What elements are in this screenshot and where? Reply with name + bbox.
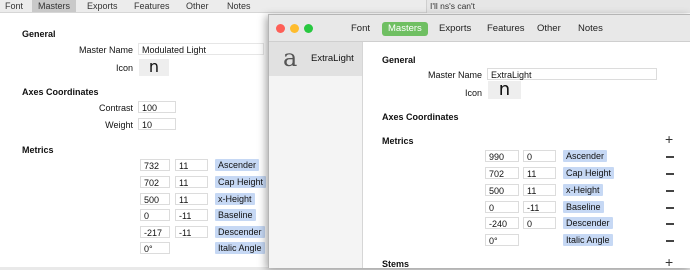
remove-metric-button[interactable] — [666, 223, 674, 225]
metric-value-field[interactable]: 500 — [485, 184, 519, 196]
bg-metric-overshoot[interactable]: -11 — [175, 226, 208, 238]
metric-value-field[interactable]: -240 — [485, 217, 519, 229]
tab-other[interactable]: Other — [537, 22, 561, 36]
bg-metrics-heading: Metrics — [22, 145, 54, 155]
axes-heading: Axes Coordinates — [382, 112, 459, 122]
general-heading: General — [382, 55, 416, 65]
remove-metric-button[interactable] — [666, 190, 674, 192]
tab-features[interactable]: Features — [487, 22, 525, 36]
bg-weight-label: Weight — [105, 120, 133, 130]
bg-metric-overshoot[interactable]: 11 — [175, 159, 208, 171]
bg-tab-exports[interactable]: Exports — [87, 0, 118, 12]
metric-overshoot-field[interactable]: 11 — [523, 167, 556, 179]
stems-heading: Stems — [382, 259, 410, 269]
bg-tab-masters[interactable]: Masters — [32, 0, 77, 12]
sample-text-strip[interactable]: I'll ns's can't — [426, 0, 690, 13]
remove-metric-button[interactable] — [666, 240, 674, 242]
bg-metric-value[interactable]: 732 — [140, 159, 170, 171]
metric-name-tag[interactable]: Descender — [563, 217, 613, 229]
bg-axes-heading: Axes Coordinates — [22, 87, 99, 97]
metric-name-tag[interactable]: Cap Height — [563, 167, 615, 179]
bg-metric-name-tag[interactable]: Italic Angle — [215, 242, 265, 254]
bg-general-heading: General — [22, 29, 56, 39]
metric-overshoot-field[interactable]: 0 — [523, 150, 556, 162]
bg-metric-name-tag[interactable]: x-Height — [215, 193, 255, 205]
metric-overshoot-field[interactable]: 11 — [523, 184, 556, 196]
bg-master-name-field[interactable]: Modulated Light — [138, 43, 264, 55]
icon-label: Icon — [464, 88, 482, 98]
bg-metric-value[interactable]: 0 — [140, 209, 170, 221]
bg-metric-overshoot[interactable]: 11 — [175, 193, 208, 205]
tab-notes[interactable]: Notes — [578, 22, 603, 36]
metric-name-tag[interactable]: x-Height — [563, 184, 603, 196]
bg-metric-name-tag[interactable]: Cap Height — [215, 176, 267, 188]
zoom-button[interactable] — [304, 24, 313, 33]
add-metric-button[interactable]: + — [665, 132, 673, 146]
bg-metric-value[interactable]: 0° — [140, 242, 170, 254]
tab-masters[interactable]: Masters — [382, 22, 428, 36]
metrics-heading: Metrics — [382, 136, 414, 146]
close-button[interactable] — [276, 24, 285, 33]
metric-name-tag[interactable]: Italic Angle — [563, 234, 613, 246]
bg-metric-overshoot[interactable]: 11 — [175, 176, 208, 188]
window-titlebar: Font Masters Exports Features Other Note… — [269, 15, 690, 42]
master-list-item[interactable]: a ExtraLight — [269, 42, 362, 76]
bg-contrast-label: Contrast — [98, 103, 133, 113]
bg-metric-value[interactable]: 500 — [140, 193, 170, 205]
minimize-button[interactable] — [290, 24, 299, 33]
bg-tab-font[interactable]: Font — [5, 0, 23, 12]
master-list-name: ExtraLight — [311, 53, 354, 64]
metric-name-tag[interactable]: Baseline — [563, 201, 604, 213]
bg-metric-name-tag[interactable]: Ascender — [215, 159, 260, 171]
bg-weight-field[interactable]: 10 — [138, 118, 176, 130]
bg-contrast-field[interactable]: 100 — [138, 101, 176, 113]
bg-metric-name-tag[interactable]: Descender — [215, 226, 265, 238]
metric-name-tag[interactable]: Ascender — [563, 150, 608, 162]
tab-font[interactable]: Font — [351, 22, 370, 36]
metric-value-field[interactable]: 990 — [485, 150, 519, 162]
metric-value-field[interactable]: 0° — [485, 234, 519, 246]
bg-metric-value[interactable]: -217 — [140, 226, 170, 238]
metric-value-field[interactable]: 0 — [485, 201, 519, 213]
metric-overshoot-field[interactable]: 0 — [523, 217, 556, 229]
master-settings-window: Font Masters Exports Features Other Note… — [268, 14, 690, 269]
remove-metric-button[interactable] — [666, 173, 674, 175]
bg-master-name-label: Master Name — [78, 45, 133, 55]
master-icon-glyph[interactable]: n — [488, 81, 521, 99]
master-name-field[interactable]: ExtraLight — [487, 68, 657, 80]
bg-icon-label: Icon — [115, 63, 133, 73]
tab-exports[interactable]: Exports — [439, 22, 471, 36]
master-name-label: Master Name — [427, 70, 482, 80]
masters-sidebar: a ExtraLight — [269, 42, 363, 268]
bg-tab-other[interactable]: Other — [186, 0, 209, 12]
bg-tab-features[interactable]: Features — [134, 0, 170, 12]
remove-metric-button[interactable] — [666, 156, 674, 158]
bg-icon-glyph[interactable]: n — [139, 59, 169, 76]
metric-value-field[interactable]: 702 — [485, 167, 519, 179]
metric-overshoot-field[interactable]: -11 — [523, 201, 556, 213]
master-glyph-preview: a — [283, 44, 298, 72]
bg-metric-name-tag[interactable]: Baseline — [215, 209, 256, 221]
bg-metric-overshoot[interactable]: -11 — [175, 209, 208, 221]
bg-metric-value[interactable]: 702 — [140, 176, 170, 188]
bg-tab-notes[interactable]: Notes — [227, 0, 251, 12]
remove-metric-button[interactable] — [666, 207, 674, 209]
